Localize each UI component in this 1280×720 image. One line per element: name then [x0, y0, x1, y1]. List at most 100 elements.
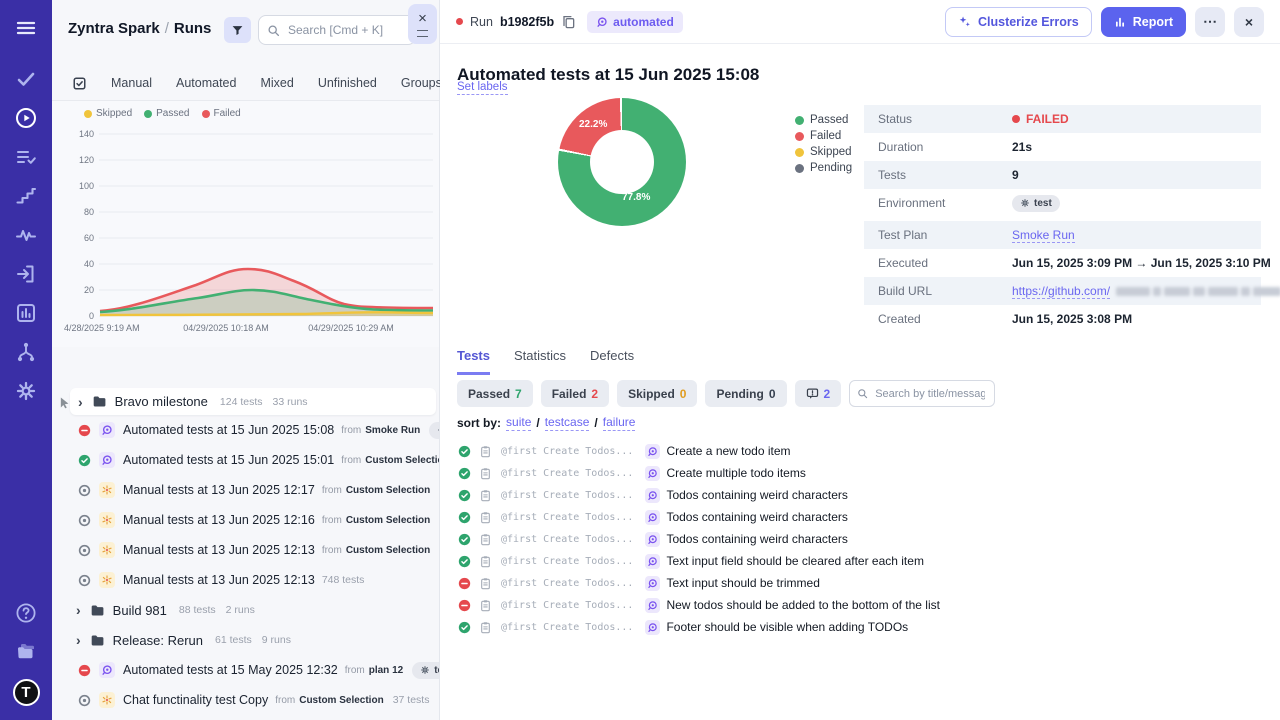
- sort-by-testcase[interactable]: testcase: [545, 415, 590, 431]
- chip-pending[interactable]: Pending0: [705, 380, 786, 407]
- test-title[interactable]: Create multiple todo items: [666, 466, 805, 480]
- tab-defects[interactable]: Defects: [590, 348, 634, 375]
- legend-passed[interactable]: Passed: [144, 108, 189, 119]
- run-row[interactable]: Automated tests at 15 Jun 2025 15:01 fro…: [52, 445, 439, 475]
- test-plan-link[interactable]: Smoke Run: [1012, 228, 1075, 243]
- legend-pending[interactable]: Pending: [795, 160, 852, 176]
- test-title[interactable]: Create a new todo item: [666, 444, 790, 458]
- folder-row[interactable]: › Release: Rerun 61 tests 9 runs: [52, 625, 439, 655]
- menu-icon[interactable]: [14, 16, 38, 40]
- tab-statistics[interactable]: Statistics: [514, 348, 566, 375]
- legend-skipped[interactable]: Skipped: [795, 144, 852, 160]
- run-row[interactable]: Manual tests at 13 Jun 2025 12:17 from C…: [52, 475, 439, 505]
- app-logo[interactable]: T: [13, 679, 40, 706]
- chip-passed[interactable]: Passed7: [457, 380, 533, 407]
- run-source[interactable]: Custom Selection: [346, 515, 430, 526]
- reports-chart-icon[interactable]: [14, 301, 38, 325]
- test-title[interactable]: Footer should be visible when adding TOD…: [666, 620, 908, 634]
- run-source[interactable]: Smoke Run: [365, 425, 420, 436]
- select-all-icon[interactable]: [72, 76, 87, 91]
- test-title[interactable]: New todos should be added to the bottom …: [666, 598, 940, 612]
- run-title[interactable]: Manual tests at 13 Jun 2025 12:13: [123, 543, 315, 557]
- run-row[interactable]: Chat functinality test Copy from Custom …: [52, 685, 439, 715]
- run-source[interactable]: plan 12: [369, 665, 403, 676]
- folder-row[interactable]: › Build 981 88 tests 2 runs: [52, 595, 439, 625]
- test-suite[interactable]: @first Create Todos...: [501, 490, 633, 501]
- tab-automated[interactable]: Automated: [176, 76, 236, 90]
- runs-search[interactable]: [258, 15, 416, 45]
- test-title[interactable]: Text input should be trimmed: [666, 576, 819, 590]
- tab-manual[interactable]: Manual: [111, 76, 152, 90]
- run-row[interactable]: Manual tests at 13 Jun 2025 12:13 from C…: [52, 535, 439, 565]
- projects-folders-icon[interactable]: [14, 640, 38, 664]
- tests-search-input[interactable]: [873, 387, 987, 401]
- test-suite[interactable]: @first Create Todos...: [501, 600, 633, 611]
- run-source[interactable]: Custom Selection: [346, 545, 430, 556]
- help-icon[interactable]: [14, 601, 38, 625]
- tab-tests[interactable]: Tests: [457, 348, 490, 375]
- test-plans-icon[interactable]: [14, 145, 38, 169]
- chip-skipped[interactable]: Skipped0: [617, 380, 697, 407]
- tests-check-icon[interactable]: [14, 67, 38, 91]
- run-row[interactable]: Manual tests at 13 Jun 2025 12:16 from C…: [52, 505, 439, 535]
- report-button[interactable]: Report: [1101, 7, 1186, 37]
- run-source[interactable]: Custom Selection: [346, 485, 430, 496]
- analytics-pulse-icon[interactable]: [14, 223, 38, 247]
- tab-unfinished[interactable]: Unfinished: [318, 76, 377, 90]
- more-actions-button[interactable]: ⋯: [1195, 7, 1225, 37]
- sort-by-failure[interactable]: failure: [603, 415, 636, 431]
- test-row[interactable]: @first Create Todos... Text input field …: [440, 550, 1280, 572]
- run-title[interactable]: Automated tests at 15 Jun 2025 15:01: [123, 453, 334, 467]
- test-suite[interactable]: @first Create Todos...: [501, 446, 633, 457]
- test-row[interactable]: @first Create Todos... Todos containing …: [440, 528, 1280, 550]
- chip-failed[interactable]: Failed2: [541, 380, 609, 407]
- test-row[interactable]: @first Create Todos... Text input should…: [440, 572, 1280, 594]
- runs-search-input[interactable]: [286, 22, 407, 38]
- test-suite[interactable]: @first Create Todos...: [501, 468, 633, 479]
- test-row[interactable]: @first Create Todos... Todos containing …: [440, 484, 1280, 506]
- tests-search[interactable]: [849, 380, 995, 407]
- run-row[interactable]: Automated tests at 15 May 2025 12:32 fro…: [52, 655, 439, 685]
- tab-mixed[interactable]: Mixed: [260, 76, 293, 90]
- branches-icon[interactable]: [14, 340, 38, 364]
- chip-comments[interactable]: 2: [795, 380, 842, 407]
- test-suite[interactable]: @first Create Todos...: [501, 556, 633, 567]
- run-source[interactable]: Custom Selection: [365, 455, 439, 466]
- test-title[interactable]: Todos containing weird characters: [666, 532, 847, 546]
- test-suite[interactable]: @first Create Todos...: [501, 534, 633, 545]
- sort-by-suite[interactable]: suite: [506, 415, 531, 431]
- test-suite[interactable]: @first Create Todos...: [501, 622, 633, 633]
- test-row[interactable]: @first Create Todos... Create a new todo…: [440, 440, 1280, 462]
- run-title[interactable]: Automated tests at 15 May 2025 12:32: [123, 663, 338, 677]
- legend-passed[interactable]: Passed: [795, 112, 852, 128]
- chevron-right-icon[interactable]: ›: [76, 603, 81, 617]
- folder-title[interactable]: Release: Rerun: [113, 633, 203, 648]
- environment-badge[interactable]: test: [1012, 195, 1060, 212]
- test-title[interactable]: Text input field should be cleared after…: [666, 554, 923, 568]
- test-suite[interactable]: @first Create Todos...: [501, 512, 633, 523]
- test-title[interactable]: Todos containing weird characters: [666, 510, 847, 524]
- legend-skipped[interactable]: Skipped: [84, 108, 132, 119]
- milestone-row[interactable]: › Bravo milestone 124 tests 33 runs: [70, 388, 436, 415]
- test-row[interactable]: @first Create Todos... Create multiple t…: [440, 462, 1280, 484]
- run-title[interactable]: Manual tests at 13 Jun 2025 12:17: [123, 483, 315, 497]
- build-url-link[interactable]: https://github.com/: [1012, 284, 1110, 299]
- tab-groups[interactable]: Groups: [401, 76, 442, 90]
- test-row[interactable]: @first Create Todos... Footer should be …: [440, 616, 1280, 638]
- run-source[interactable]: Custom Selection: [299, 695, 383, 706]
- set-labels-link[interactable]: Set labels: [457, 81, 508, 95]
- copy-icon[interactable]: [561, 14, 576, 29]
- run-title[interactable]: Chat functinality test Copy: [123, 693, 268, 707]
- automated-badge[interactable]: automated: [587, 11, 683, 33]
- import-icon[interactable]: [14, 262, 38, 286]
- run-row[interactable]: Automated tests at 15 Jun 2025 15:08 fro…: [52, 415, 439, 445]
- close-run-button[interactable]: ×: [1234, 7, 1264, 37]
- filter-button[interactable]: [224, 17, 251, 43]
- test-row[interactable]: @first Create Todos... New todos should …: [440, 594, 1280, 616]
- run-title[interactable]: Automated tests at 15 Jun 2025 15:08: [123, 423, 334, 437]
- folder-title[interactable]: Build 981: [113, 603, 167, 618]
- legend-failed[interactable]: Failed: [795, 128, 852, 144]
- steps-icon[interactable]: [14, 184, 38, 208]
- test-row[interactable]: @first Create Todos... Todos containing …: [440, 506, 1280, 528]
- folder-title[interactable]: Bravo milestone: [115, 394, 208, 409]
